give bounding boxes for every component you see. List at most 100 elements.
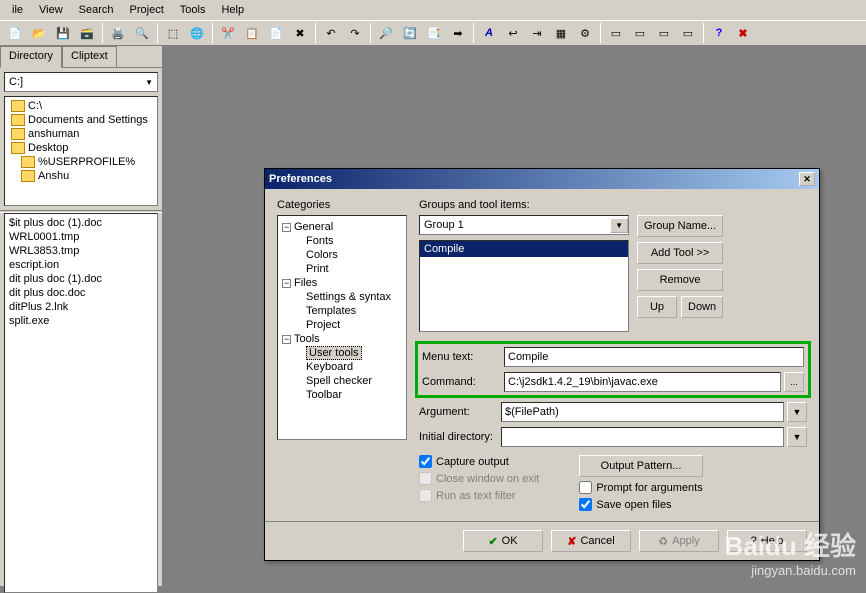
save-icon[interactable]: 💾 [52, 22, 74, 44]
cat-project[interactable]: Project [306, 318, 402, 332]
file-item[interactable]: WRL3853.tmp [9, 244, 153, 258]
delete-icon[interactable]: ✖ [289, 22, 311, 44]
down-button[interactable]: Down [681, 296, 723, 318]
findfiles-icon[interactable]: 📑 [423, 22, 445, 44]
menu-text-input[interactable] [504, 347, 804, 367]
indent-icon[interactable]: ⇥ [526, 22, 548, 44]
file-item[interactable]: ditPlus 2.lnk [9, 300, 153, 314]
new-icon[interactable]: 📄 [4, 22, 26, 44]
remove-button[interactable]: Remove [637, 269, 723, 291]
cut-icon[interactable]: ✂️ [217, 22, 239, 44]
folder-icon [11, 100, 25, 112]
argument-menu-button[interactable]: ▼ [787, 402, 807, 422]
tab-cliptext[interactable]: Cliptext [62, 46, 117, 67]
menu-project[interactable]: Project [122, 2, 172, 18]
file-item[interactable]: split.exe [9, 314, 153, 328]
window3-icon[interactable]: ▭ [653, 22, 675, 44]
font-icon[interactable]: A [478, 22, 500, 44]
sidebar-tabs: Directory Cliptext [0, 46, 162, 68]
folder-item[interactable]: anshuman [7, 127, 155, 141]
cancel-button[interactable]: ✘Cancel [551, 530, 631, 552]
dialog-titlebar[interactable]: Preferences ✕ [265, 169, 819, 189]
apply-button[interactable]: ♻ Apply [639, 530, 719, 552]
save-open-check[interactable]: Save open files [579, 498, 702, 511]
groups-label: Groups and tool items: [419, 199, 807, 211]
browser-icon[interactable]: 🌐 [186, 22, 208, 44]
up-button[interactable]: Up [637, 296, 677, 318]
add-tool-button[interactable]: Add Tool >> [637, 242, 723, 264]
close-on-exit-check: Close window on exit [419, 472, 539, 485]
menu-file[interactable]: ile [4, 2, 31, 18]
paste-icon[interactable]: 📄 [265, 22, 287, 44]
tool-list[interactable]: Compile [419, 240, 629, 332]
capture-output-check[interactable]: Capture output [419, 455, 539, 468]
file-item[interactable]: dit plus doc (1).doc [9, 272, 153, 286]
folder-tree[interactable]: C:\ Documents and Settings anshuman Desk… [4, 96, 158, 206]
cat-colors[interactable]: Colors [306, 248, 402, 262]
config-icon[interactable]: ⚙ [574, 22, 596, 44]
cat-templates[interactable]: Templates [306, 304, 402, 318]
preview-icon[interactable]: 🔍 [131, 22, 153, 44]
command-input[interactable] [504, 372, 781, 392]
categories-tree[interactable]: −General Fonts Colors Print −Files Setti… [277, 215, 407, 440]
cat-general[interactable]: −General [282, 220, 402, 234]
copy-icon[interactable]: 📋 [241, 22, 263, 44]
argument-input[interactable] [501, 402, 784, 422]
initial-dir-menu-button[interactable]: ▼ [787, 427, 807, 447]
replace-icon[interactable]: 🔄 [399, 22, 421, 44]
file-item[interactable]: $it plus doc (1).doc [9, 216, 153, 230]
folder-item[interactable]: C:\ [7, 99, 155, 113]
cat-user-tools[interactable]: User tools [306, 346, 362, 360]
file-list[interactable]: $it plus doc (1).doc WRL0001.tmp WRL3853… [4, 213, 158, 593]
folder-icon [21, 156, 35, 168]
window1-icon[interactable]: ▭ [605, 22, 627, 44]
close-icon[interactable]: ✕ [799, 172, 815, 186]
wordwrap-icon[interactable]: ↩ [502, 22, 524, 44]
folder-item[interactable]: Desktop [7, 141, 155, 155]
tool-item-compile[interactable]: Compile [420, 241, 628, 257]
print-icon[interactable]: 🖨️ [107, 22, 129, 44]
group-name-button[interactable]: Group Name... [637, 215, 723, 237]
find-icon[interactable]: 🔎 [375, 22, 397, 44]
cat-toolbar[interactable]: Toolbar [306, 388, 402, 402]
folder-icon [11, 114, 25, 126]
cat-tools[interactable]: −Tools [282, 332, 402, 346]
folder-item[interactable]: %USERPROFILE% [7, 155, 155, 169]
file-item[interactable]: WRL0001.tmp [9, 230, 153, 244]
ok-button[interactable]: ✔OK [463, 530, 543, 552]
open-icon[interactable]: 📂 [28, 22, 50, 44]
cat-settings-syntax[interactable]: Settings & syntax [306, 290, 402, 304]
folder-item[interactable]: Anshu [7, 169, 155, 183]
cat-print[interactable]: Print [306, 262, 402, 276]
cat-keyboard[interactable]: Keyboard [306, 360, 402, 374]
menu-search[interactable]: Search [71, 2, 122, 18]
menu-tools[interactable]: Tools [172, 2, 214, 18]
menu-help[interactable]: Help [213, 2, 252, 18]
cat-spell-checker[interactable]: Spell checker [306, 374, 402, 388]
goto-icon[interactable]: ➡ [447, 22, 469, 44]
file-item[interactable]: dit plus doc.doc [9, 286, 153, 300]
drive-combo[interactable]: C:] [4, 72, 158, 92]
columns-icon[interactable]: ▦ [550, 22, 572, 44]
save-all-icon[interactable]: 🗃️ [76, 22, 98, 44]
undo-icon[interactable]: ↶ [320, 22, 342, 44]
window2-icon[interactable]: ▭ [629, 22, 651, 44]
help-icon[interactable]: ? [708, 22, 730, 44]
menu-view[interactable]: View [31, 2, 71, 18]
output-pattern-button[interactable]: Output Pattern... [579, 455, 702, 477]
stop-icon[interactable]: ✖ [732, 22, 754, 44]
group-combo[interactable]: Group 1 [419, 215, 629, 235]
sidebar: Directory Cliptext C:] C:\ Documents and… [0, 46, 164, 586]
help-button[interactable]: ? Help [727, 530, 807, 552]
cat-fonts[interactable]: Fonts [306, 234, 402, 248]
tab-directory[interactable]: Directory [0, 46, 62, 68]
cat-files[interactable]: −Files [282, 276, 402, 290]
redo-icon[interactable]: ↷ [344, 22, 366, 44]
file-item[interactable]: escript.ion [9, 258, 153, 272]
command-browse-button[interactable]: ... [784, 372, 804, 392]
hex-icon[interactable]: ⬚ [162, 22, 184, 44]
folder-item[interactable]: Documents and Settings [7, 113, 155, 127]
window4-icon[interactable]: ▭ [677, 22, 699, 44]
initial-dir-input[interactable] [501, 427, 784, 447]
prompt-args-check[interactable]: Prompt for arguments [579, 481, 702, 494]
